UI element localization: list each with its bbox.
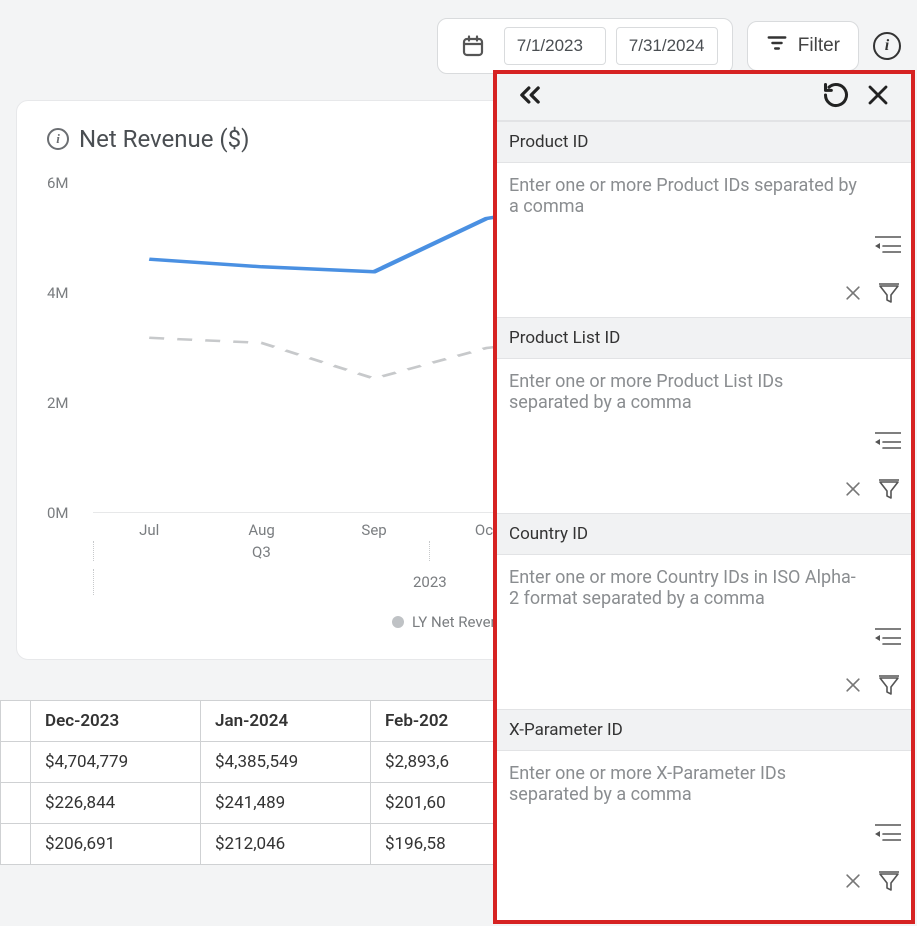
filter-button[interactable]: Filter <box>747 21 859 71</box>
table-row: $206,691 $212,046 $196,58 <box>1 824 531 865</box>
filter-group: Product List ID <box>495 317 913 513</box>
chart-title: Net Revenue ($) <box>79 125 249 153</box>
table-cell: $212,046 <box>201 824 371 865</box>
filter-button-label: Filter <box>798 35 840 57</box>
clear-icon[interactable] <box>843 871 863 895</box>
filter-group-label: X-Parameter ID <box>495 709 913 751</box>
funnel-icon[interactable] <box>877 281 901 309</box>
table-cell <box>1 742 31 783</box>
funnel-icon[interactable] <box>877 477 901 505</box>
list-icon[interactable] <box>875 628 901 652</box>
table-header-row: Dec-2023 Jan-2024 Feb-202 <box>1 701 531 742</box>
date-to-input[interactable] <box>616 27 718 65</box>
table-header: Jan-2024 <box>201 701 371 742</box>
clear-icon[interactable] <box>843 283 863 307</box>
x-tick: Jul <box>93 521 205 539</box>
calendar-icon <box>458 31 488 61</box>
table-header: Dec-2023 <box>31 701 201 742</box>
legend-dot-icon <box>392 616 404 628</box>
table-row: $226,844 $241,489 $201,60 <box>1 783 531 824</box>
filter-group-label: Product ID <box>495 121 913 163</box>
table-row: $4,704,779 $4,385,549 $2,893,6 <box>1 742 531 783</box>
table-cell: $4,704,779 <box>31 742 201 783</box>
data-table: Dec-2023 Jan-2024 Feb-202 $4,704,779 $4,… <box>0 700 531 865</box>
reset-icon[interactable] <box>821 80 851 110</box>
filter-group: Country ID <box>495 513 913 709</box>
filter-group: Product ID <box>495 121 913 317</box>
list-icon[interactable] <box>875 432 901 456</box>
list-icon[interactable] <box>875 236 901 260</box>
table-header <box>1 701 31 742</box>
quarter-label: Q3 <box>93 541 430 561</box>
collapse-icon[interactable] <box>515 80 545 110</box>
filter-group: X-Parameter ID <box>495 709 913 905</box>
x-tick: Aug <box>205 521 317 539</box>
table-cell: $4,385,549 <box>201 742 371 783</box>
date-range-picker[interactable] <box>437 18 733 74</box>
filter-icon <box>766 32 788 60</box>
filter-group-label: Product List ID <box>495 317 913 359</box>
info-icon[interactable]: i <box>873 32 901 60</box>
filter-panel-header <box>495 70 913 121</box>
table-cell <box>1 783 31 824</box>
close-icon[interactable] <box>863 80 893 110</box>
chart-info-icon[interactable]: i <box>47 128 69 150</box>
table-cell: $241,489 <box>201 783 371 824</box>
clear-icon[interactable] <box>843 675 863 699</box>
clear-icon[interactable] <box>843 479 863 503</box>
filter-panel: Product ID Product List ID Country ID X-Par… <box>495 70 913 920</box>
filter-group-label: Country ID <box>495 513 913 555</box>
list-icon[interactable] <box>875 824 901 848</box>
table-cell <box>1 824 31 865</box>
table-cell: $206,691 <box>31 824 201 865</box>
funnel-icon[interactable] <box>877 673 901 701</box>
y-axis: 6M 4M 2M 0M <box>47 183 69 513</box>
date-from-input[interactable] <box>504 27 606 65</box>
x-tick: Sep <box>318 521 430 539</box>
table-cell: $226,844 <box>31 783 201 824</box>
funnel-icon[interactable] <box>877 869 901 897</box>
